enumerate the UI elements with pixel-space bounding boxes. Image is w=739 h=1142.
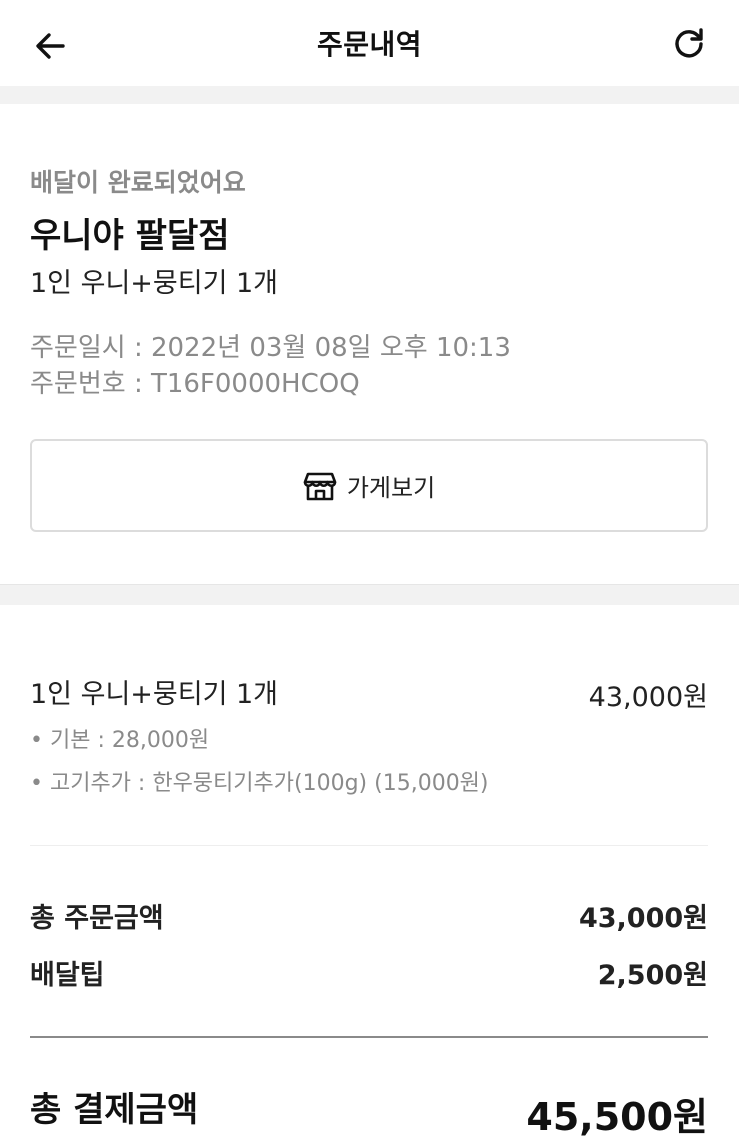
store-icon	[303, 472, 337, 500]
delivery-status: 배달이 완료되었어요	[30, 168, 246, 197]
section-separator	[0, 584, 739, 605]
delivery-tip-value: 2,500원	[597, 960, 708, 991]
section-separator	[0, 86, 739, 104]
store-name: 우니야 팔달점	[30, 216, 230, 256]
view-store-button[interactable]: 가게보기	[30, 439, 708, 532]
top-app-bar: 주문내역	[0, 0, 739, 86]
item-option: • 기본 : 28,000원	[30, 728, 210, 753]
order-total-label: 총 주문금액	[30, 903, 164, 934]
item-option: • 고기추가 : 한우뭉티기추가(100g) (15,000원)	[30, 771, 489, 796]
view-store-label: 가게보기	[346, 474, 436, 502]
item-name: 1인 우니+뭉티기 1개	[30, 679, 279, 710]
payment-total-value: 45,500원	[526, 1095, 708, 1139]
divider	[30, 845, 708, 846]
delivery-tip-label: 배달팁	[30, 960, 105, 991]
order-date: 주문일시 : 2022년 03월 08일 오후 10:13	[30, 333, 511, 363]
refresh-icon	[675, 28, 703, 58]
order-number: 주문번호 : T16F0000HCOQ	[30, 369, 360, 399]
arrow-left-icon	[36, 33, 65, 59]
refresh-button[interactable]	[669, 24, 709, 64]
menu-summary: 1인 우니+뭉티기 1개	[30, 268, 279, 299]
page-title: 주문내역	[316, 28, 423, 61]
item-price: 43,000원	[588, 682, 708, 713]
payment-total-label: 총 결제금액	[30, 1090, 199, 1130]
back-button[interactable]	[30, 26, 70, 66]
order-total-value: 43,000원	[578, 903, 708, 934]
divider	[30, 1036, 708, 1038]
order-detail-page: 주문내역 배달이 완료되었어요 우니야 팔달점 1인 우니+뭉티기 1개 주문일…	[0, 0, 739, 1142]
